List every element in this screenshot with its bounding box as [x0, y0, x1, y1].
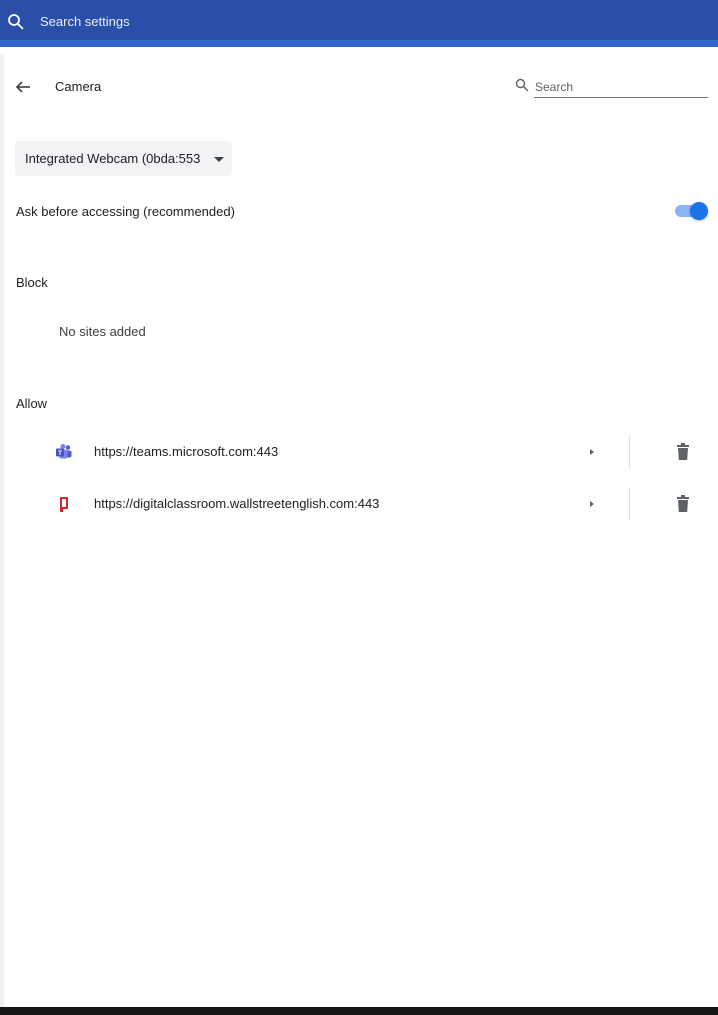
- trash-icon[interactable]: [675, 494, 691, 514]
- teams-icon: T: [56, 444, 72, 459]
- arrow-left-icon[interactable]: [14, 78, 32, 96]
- block-section-title: Block: [16, 275, 48, 290]
- row-divider: [629, 435, 630, 469]
- allow-site-row[interactable]: T https://teams.microsoft.com:443: [4, 435, 718, 469]
- arrow-right-icon[interactable]: [586, 445, 598, 459]
- ask-before-accessing-label: Ask before accessing (recommended): [16, 204, 235, 219]
- block-empty-note: No sites added: [59, 324, 146, 339]
- settings-search-input[interactable]: Search settings: [40, 14, 130, 29]
- page-header: Camera: [4, 74, 718, 100]
- trash-icon[interactable]: [675, 442, 691, 462]
- svg-text:T: T: [58, 450, 62, 457]
- camera-device-value: Integrated Webcam (0bda:553: [25, 151, 201, 166]
- wallstreet-icon: [60, 497, 68, 512]
- arrow-right-icon[interactable]: [586, 497, 598, 511]
- search-icon: [515, 78, 529, 92]
- ask-before-accessing-toggle[interactable]: [673, 201, 709, 221]
- site-search-input[interactable]: [534, 74, 708, 98]
- toggle-knob: [690, 202, 708, 220]
- row-divider: [629, 487, 630, 521]
- allow-site-row[interactable]: https://digitalclassroom.wallstreetengli…: [4, 487, 718, 521]
- taskbar-strip: [0, 1007, 718, 1015]
- site-url: https://teams.microsoft.com:443: [94, 444, 279, 459]
- settings-content: Camera Integrated Webcam (0bda:553 Ask b…: [0, 54, 718, 1007]
- search-icon[interactable]: [7, 13, 25, 31]
- ask-before-accessing-row: Ask before accessing (recommended): [4, 201, 718, 225]
- settings-topbar: Search settings: [0, 0, 718, 47]
- caret-down-icon: [214, 157, 224, 162]
- page-title: Camera: [55, 79, 102, 94]
- site-url: https://digitalclassroom.wallstreetengli…: [94, 496, 380, 511]
- allow-section-title: Allow: [16, 396, 48, 411]
- camera-device-select[interactable]: Integrated Webcam (0bda:553: [15, 141, 232, 176]
